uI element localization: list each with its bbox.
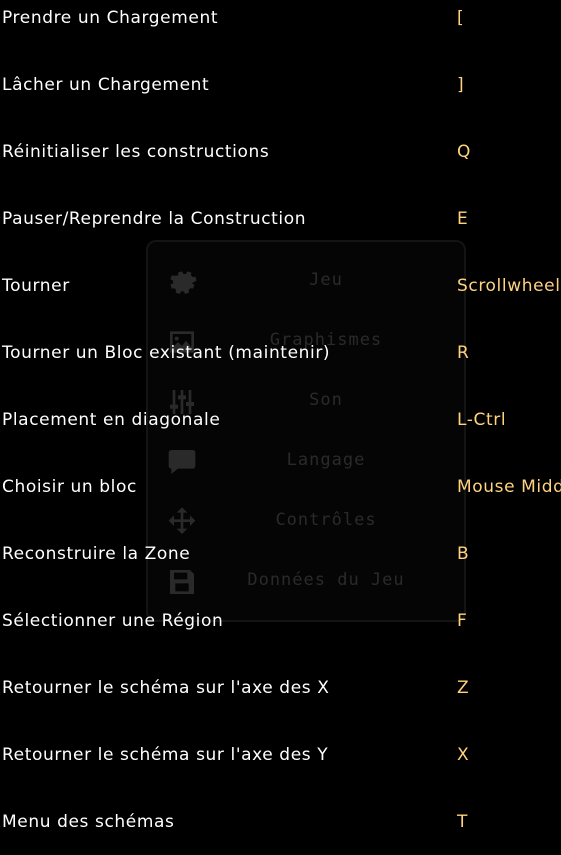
keybind-key-label[interactable]: E: [457, 209, 468, 229]
keybind-key-label[interactable]: Q: [457, 142, 471, 162]
keybind-key-label[interactable]: Scrollwheel: [457, 276, 561, 296]
keybind-key-label[interactable]: Mouse Middle: [457, 477, 561, 497]
keybind-row-rotate[interactable]: Tourner Scrollwheel: [0, 270, 561, 310]
keybind-row-pause-building[interactable]: Pauser/Reprendre la Construction E: [0, 203, 561, 243]
keybind-row-rebuild-select[interactable]: Reconstruire la Zone B: [0, 538, 561, 578]
keybind-key-label[interactable]: ]: [457, 75, 464, 95]
keybind-row-flip-x[interactable]: Retourner le schéma sur l'axe des X Z: [0, 672, 561, 712]
keybind-key-label[interactable]: L-Ctrl: [457, 410, 506, 430]
keybind-action-label: Choisir un bloc: [2, 477, 137, 497]
keybind-row-pick-block[interactable]: Choisir un bloc Mouse Middle: [0, 471, 561, 511]
keybind-row-schematic-menu[interactable]: Menu des schémas T: [0, 806, 561, 846]
keybind-action-label: Placement en diagonale: [2, 410, 221, 430]
keybind-row-flip-y[interactable]: Retourner le schéma sur l'axe des Y X: [0, 739, 561, 779]
keybind-action-label: Menu des schémas: [2, 812, 175, 832]
keybind-key-label[interactable]: R: [457, 343, 469, 363]
keybind-action-label: Pauser/Reprendre la Construction: [2, 209, 307, 229]
keybind-row-rotate-placed[interactable]: Tourner un Bloc existant (maintenir) R: [0, 337, 561, 377]
keybind-action-label: Retourner le schéma sur l'axe des X: [2, 678, 330, 698]
keybind-key-label[interactable]: Z: [457, 678, 469, 698]
keybind-list: Prendre un Chargement [ Lâcher un Charge…: [0, 0, 561, 855]
keybind-row-schematic-select[interactable]: Sélectionner une Région F: [0, 605, 561, 645]
keybind-row-diagonal-placement[interactable]: Placement en diagonale L-Ctrl: [0, 404, 561, 444]
keybind-row-pickup-payload[interactable]: Prendre un Chargement [: [0, 2, 561, 42]
keybind-key-label[interactable]: X: [457, 745, 469, 765]
keybind-row-drop-payload[interactable]: Lâcher un Chargement ]: [0, 69, 561, 109]
keybind-action-label: Sélectionner une Région: [2, 611, 224, 631]
keybind-action-label: Lâcher un Chargement: [2, 75, 210, 95]
keybind-key-label[interactable]: F: [457, 611, 467, 631]
keybind-action-label: Retourner le schéma sur l'axe des Y: [2, 745, 329, 765]
keybind-action-label: Tourner: [2, 276, 70, 296]
keybind-row-clear-building[interactable]: Réinitialiser les constructions Q: [0, 136, 561, 176]
keybind-key-label[interactable]: [: [457, 8, 464, 28]
keybind-key-label[interactable]: T: [457, 812, 468, 832]
keybind-action-label: Reconstruire la Zone: [2, 544, 191, 564]
keybind-action-label: Prendre un Chargement: [2, 8, 219, 28]
keybind-action-label: Réinitialiser les constructions: [2, 142, 270, 162]
keybind-action-label: Tourner un Bloc existant (maintenir): [2, 343, 331, 363]
keybind-key-label[interactable]: B: [457, 544, 469, 564]
